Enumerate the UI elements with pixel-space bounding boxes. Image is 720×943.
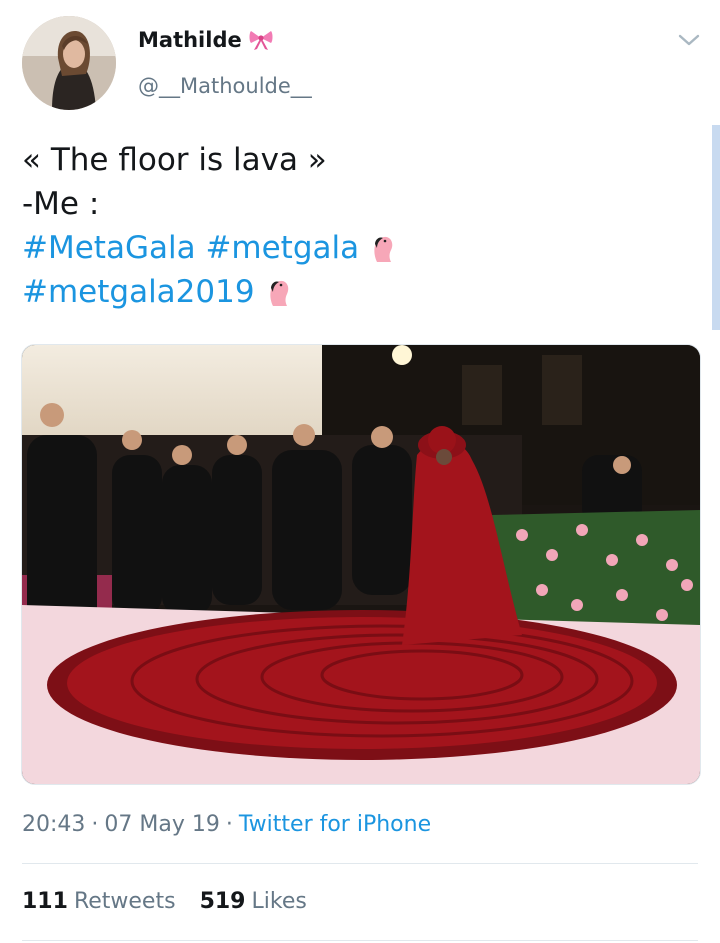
hashtag-metgala2019[interactable]: #metgala2019 — [22, 270, 255, 314]
divider — [22, 863, 698, 864]
tweet-text: « The floor is lava » -Me : #MetaGala #m… — [22, 138, 399, 314]
flamingo-icon — [269, 280, 288, 306]
meta-separator: · — [225, 812, 233, 837]
tweet-line-1: « The floor is lava » — [22, 142, 327, 178]
flamingo-icon — [374, 236, 393, 262]
tweet-photo-image — [22, 345, 700, 784]
tweet-date: 07 May 19 — [104, 812, 220, 837]
ribbon-icon — [249, 31, 273, 50]
hashtag-metagala[interactable]: #MetaGala — [22, 226, 196, 270]
meta-separator: · — [91, 812, 99, 837]
avatar-image — [22, 16, 116, 110]
likes-stat[interactable]: 519 Likes — [200, 889, 307, 914]
divider — [22, 940, 698, 941]
likes-label: Likes — [251, 889, 307, 914]
author-handle[interactable]: @__Mathoulde__ — [138, 74, 312, 98]
author-name-text: Mathilde — [138, 28, 242, 52]
tweet-line-2: -Me : — [22, 186, 100, 222]
retweets-stat[interactable]: 111 Retweets — [22, 889, 176, 914]
retweets-count: 111 — [22, 889, 68, 914]
chevron-down-icon[interactable] — [676, 30, 702, 50]
avatar[interactable] — [22, 16, 116, 110]
author-name[interactable]: Mathilde — [138, 28, 274, 52]
tweet-photo[interactable] — [21, 344, 701, 785]
tweet-time: 20:43 — [22, 812, 86, 837]
hashtag-metgala[interactable]: #metgala — [205, 226, 359, 270]
likes-count: 519 — [199, 889, 246, 914]
scrollbar[interactable] — [712, 125, 720, 330]
tweet-source-link[interactable]: Twitter for iPhone — [239, 812, 431, 837]
retweets-label: Retweets — [73, 889, 176, 914]
tweet-stats: 111 Retweets 519 Likes — [22, 889, 307, 914]
tweet-meta: 20:43 · 07 May 19 · Twitter for iPhone — [22, 812, 431, 837]
